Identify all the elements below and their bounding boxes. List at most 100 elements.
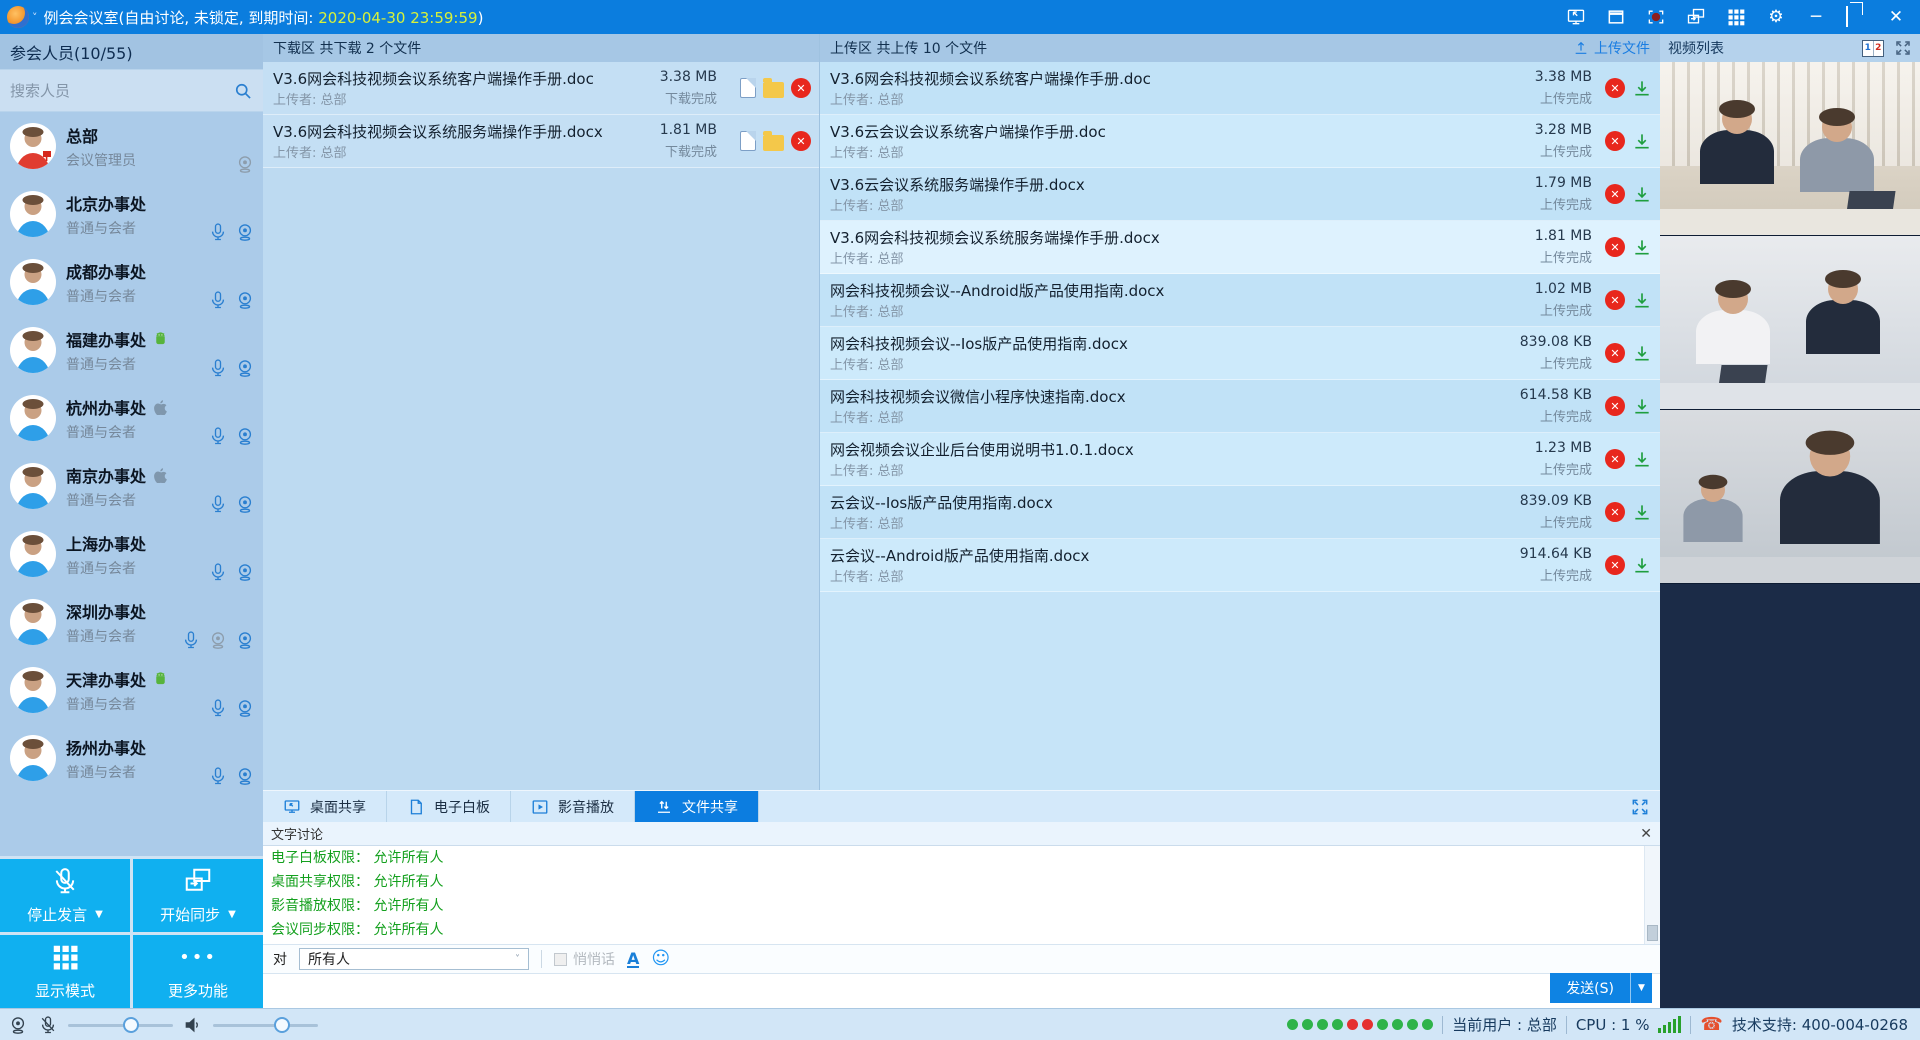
download-icon[interactable] xyxy=(1632,78,1652,98)
delete-icon[interactable]: ✕ xyxy=(1605,290,1625,310)
webcam-icon[interactable] xyxy=(235,222,255,242)
logo-chevron-icon[interactable]: ˅ xyxy=(32,11,38,24)
restore-button[interactable] xyxy=(1846,7,1866,27)
download-icon[interactable] xyxy=(1632,343,1652,363)
font-style-button[interactable]: A xyxy=(627,951,639,968)
download-icon[interactable] xyxy=(1632,449,1652,469)
send-options-arrow[interactable]: ▼ xyxy=(1630,973,1652,1003)
minimize-button[interactable]: ─ xyxy=(1806,7,1826,27)
upload-file-row[interactable]: V3.6网会科技视频会议系统客户端操作手册.doc 上传者: 总部 3.38 M… xyxy=(820,62,1660,115)
speaker-volume-slider[interactable] xyxy=(213,1017,318,1033)
delete-icon[interactable]: ✕ xyxy=(1605,184,1625,204)
app-logo[interactable] xyxy=(7,6,29,28)
send-button[interactable]: 发送(S) ▼ xyxy=(1550,973,1652,1003)
open-folder-icon[interactable] xyxy=(763,135,784,151)
delete-icon[interactable]: ✕ xyxy=(1605,555,1625,575)
webcam-gray-icon[interactable] xyxy=(235,154,255,174)
fullscreen-expand-icon[interactable] xyxy=(1630,797,1650,817)
delete-icon[interactable]: ✕ xyxy=(1605,396,1625,416)
whisper-option[interactable]: 悄悄话 xyxy=(554,949,615,969)
upload-file-button[interactable]: 上传文件 xyxy=(1573,38,1650,58)
mic-icon[interactable] xyxy=(208,698,228,718)
participant-row[interactable]: 福建办事处 普通与会者 xyxy=(0,316,263,384)
download-file-row[interactable]: V3.6网会科技视频会议系统客户端操作手册.doc 上传者: 总部 3.38 M… xyxy=(263,62,819,115)
upload-file-row[interactable]: 网会科技视频会议--Android版产品使用指南.docx 上传者: 总部 1.… xyxy=(820,274,1660,327)
participant-row[interactable]: 杭州办事处 普通与会者 xyxy=(0,384,263,452)
participant-row[interactable]: 扬州办事处 普通与会者 xyxy=(0,724,263,792)
sync-screens-icon[interactable] xyxy=(1686,7,1706,27)
webcam-gray-icon[interactable] xyxy=(208,630,228,650)
upload-file-row[interactable]: 网会科技视频会议--Ios版产品使用指南.docx 上传者: 总部 839.08… xyxy=(820,327,1660,380)
participant-row[interactable]: 成都办事处 普通与会者 xyxy=(0,248,263,316)
participant-row[interactable]: 上海办事处 普通与会者 xyxy=(0,520,263,588)
download-icon[interactable] xyxy=(1632,131,1652,151)
tab-file-share[interactable]: 文件共享 xyxy=(635,791,759,822)
participant-row[interactable]: 天津办事处 普通与会者 xyxy=(0,656,263,724)
mic-icon[interactable] xyxy=(208,766,228,786)
webcam-icon[interactable] xyxy=(235,358,255,378)
whisper-checkbox[interactable] xyxy=(554,953,567,966)
open-file-icon[interactable] xyxy=(740,131,756,151)
mic-volume-slider[interactable] xyxy=(68,1017,173,1033)
screen-share-icon[interactable] xyxy=(1566,7,1586,27)
chat-scrollbar[interactable] xyxy=(1644,846,1660,944)
tab-whiteboard[interactable]: 电子白板 xyxy=(387,791,511,822)
open-folder-icon[interactable] xyxy=(763,82,784,98)
window-mode-icon[interactable] xyxy=(1606,7,1626,27)
delete-icon[interactable]: ✕ xyxy=(1605,343,1625,363)
video-thumbnail-2[interactable] xyxy=(1660,236,1920,410)
upload-file-row[interactable]: 云会议--Ios版产品使用指南.docx 上传者: 总部 839.09 KB 上… xyxy=(820,486,1660,539)
download-icon[interactable] xyxy=(1632,237,1652,257)
start-sync-button[interactable]: 开始同步▼ xyxy=(133,859,263,932)
download-icon[interactable] xyxy=(1632,502,1652,522)
participant-row[interactable]: 总部 会议管理员 xyxy=(0,112,263,180)
webcam-icon[interactable] xyxy=(235,494,255,514)
mic-icon[interactable] xyxy=(181,630,201,650)
mic-icon[interactable] xyxy=(208,290,228,310)
mic-icon[interactable] xyxy=(208,222,228,242)
upload-file-row[interactable]: 网会科技视频会议微信小程序快速指南.docx 上传者: 总部 614.58 KB… xyxy=(820,380,1660,433)
video-thumbnail-1[interactable] xyxy=(1660,62,1920,236)
delete-icon[interactable]: ✕ xyxy=(1605,131,1625,151)
mic-icon[interactable] xyxy=(208,562,228,582)
delete-icon[interactable]: ✕ xyxy=(1605,78,1625,98)
mic-muted-icon[interactable] xyxy=(38,1015,58,1035)
webcam-device-icon[interactable] xyxy=(8,1015,28,1035)
mic-icon[interactable] xyxy=(208,358,228,378)
upload-file-row[interactable]: 网会视频会议企业后台使用说明书1.0.1.docx 上传者: 总部 1.23 M… xyxy=(820,433,1660,486)
record-icon[interactable] xyxy=(1646,7,1666,27)
upload-file-row[interactable]: 云会议--Android版产品使用指南.docx 上传者: 总部 914.64 … xyxy=(820,539,1660,592)
layout-12-icon[interactable]: 12 xyxy=(1862,40,1884,57)
tab-media-play[interactable]: 影音播放 xyxy=(511,791,635,822)
mic-icon[interactable] xyxy=(208,494,228,514)
download-icon[interactable] xyxy=(1632,184,1652,204)
participant-row[interactable]: 北京办事处 普通与会者 xyxy=(0,180,263,248)
webcam-icon[interactable] xyxy=(235,766,255,786)
webcam-icon[interactable] xyxy=(235,426,255,446)
video-expand-icon[interactable] xyxy=(1894,39,1912,57)
recipient-select[interactable]: 所有人 ˅ xyxy=(299,948,529,970)
delete-icon[interactable]: ✕ xyxy=(1605,449,1625,469)
tab-desktop-share[interactable]: 桌面共享 xyxy=(263,791,387,822)
upload-file-row[interactable]: V3.6云会议会议系统客户端操作手册.doc 上传者: 总部 3.28 MB 上… xyxy=(820,115,1660,168)
webcam-icon[interactable] xyxy=(235,698,255,718)
download-icon[interactable] xyxy=(1632,396,1652,416)
delete-icon[interactable]: ✕ xyxy=(791,131,811,151)
participant-row[interactable]: 深圳办事处 普通与会者 xyxy=(0,588,263,656)
speaker-icon[interactable] xyxy=(183,1015,203,1035)
delete-icon[interactable]: ✕ xyxy=(1605,502,1625,522)
download-file-row[interactable]: V3.6网会科技视频会议系统服务端操作手册.docx 上传者: 总部 1.81 … xyxy=(263,115,819,168)
search-bar[interactable] xyxy=(0,70,263,112)
stop-speaking-button[interactable]: 停止发言▼ xyxy=(0,859,130,932)
apps-grid-icon[interactable] xyxy=(1726,7,1746,27)
emoji-button[interactable]: ☺ xyxy=(651,950,670,968)
open-file-icon[interactable] xyxy=(740,78,756,98)
search-icon[interactable] xyxy=(233,81,253,101)
download-icon[interactable] xyxy=(1632,290,1652,310)
settings-gear-icon[interactable]: ⚙ xyxy=(1766,7,1786,27)
webcam-icon[interactable] xyxy=(235,290,255,310)
delete-icon[interactable]: ✕ xyxy=(791,78,811,98)
chat-close-icon[interactable]: ✕ xyxy=(1640,827,1652,841)
more-features-button[interactable]: ••• 更多功能 xyxy=(133,935,263,1008)
display-mode-button[interactable]: 显示模式 xyxy=(0,935,130,1008)
